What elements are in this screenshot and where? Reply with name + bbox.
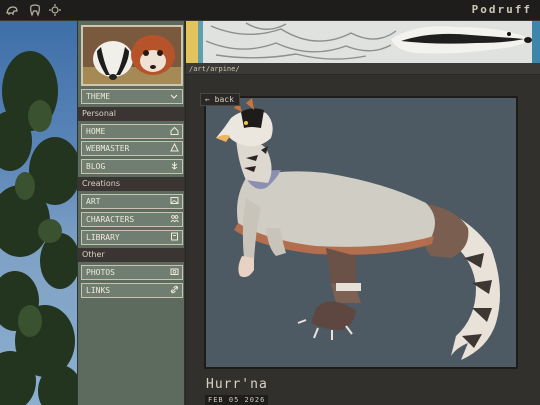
section-personal: Personal	[78, 107, 184, 121]
top-bar: Podruff	[0, 0, 540, 21]
sidebar-item-home[interactable]: HOME	[81, 124, 183, 139]
bird-icon[interactable]	[5, 3, 19, 17]
image-icon	[169, 195, 179, 208]
sidebar-item-links[interactable]: LINKS	[81, 283, 183, 298]
avatar	[81, 25, 183, 86]
blog-icon	[169, 160, 179, 173]
sun-icon[interactable]	[48, 3, 62, 17]
artwork-date: FEB 05 2026	[205, 395, 269, 405]
sidebar-item-art[interactable]: ART	[81, 194, 183, 209]
section-creations: Creations	[78, 177, 184, 191]
library-icon	[169, 231, 179, 244]
sidebar-item-blog[interactable]: BLOG	[81, 159, 183, 174]
characters-icon	[169, 213, 179, 226]
home-icon	[169, 125, 179, 138]
sidebar-item-photos[interactable]: PHOTOS	[81, 265, 183, 280]
theme-select[interactable]: THEME	[81, 89, 183, 104]
site-brand[interactable]: Podruff	[472, 3, 532, 16]
camera-icon	[169, 266, 179, 279]
header-banner	[186, 21, 540, 63]
artwork-image[interactable]	[204, 96, 518, 369]
sidebar-item-library[interactable]: LIBRARY	[81, 230, 183, 245]
sidebar-item-label: CHARACTERS	[86, 215, 135, 224]
sidebar-item-label: BLOG	[86, 162, 106, 171]
chevron-down-icon	[170, 90, 178, 107]
tooth-icon[interactable]	[28, 3, 42, 17]
sidebar-item-label: LIBRARY	[86, 233, 120, 242]
webmaster-icon	[169, 142, 179, 155]
breadcrumb: /art/arpine/	[186, 63, 540, 75]
sidebar-item-label: ART	[86, 197, 101, 206]
sidebar-item-characters[interactable]: CHARACTERS	[81, 212, 183, 227]
sidebar-item-label: WEBMASTER	[86, 144, 130, 153]
sidebar-item-label: LINKS	[86, 286, 111, 295]
sidebar-item-label: PHOTOS	[86, 268, 115, 277]
artwork-title: Hurr'na	[206, 377, 268, 392]
sidebar-item-webmaster[interactable]: WEBMASTER	[81, 141, 183, 156]
link-icon	[169, 284, 179, 297]
section-other: Other	[78, 248, 184, 262]
sidebar-item-label: HOME	[86, 127, 106, 136]
sidebar: THEME Personal HOME WEBMASTER BLOG Creat…	[77, 21, 185, 405]
back-button[interactable]: ← back	[200, 93, 240, 106]
theme-label: THEME	[86, 92, 111, 101]
background-scenery	[0, 21, 77, 405]
